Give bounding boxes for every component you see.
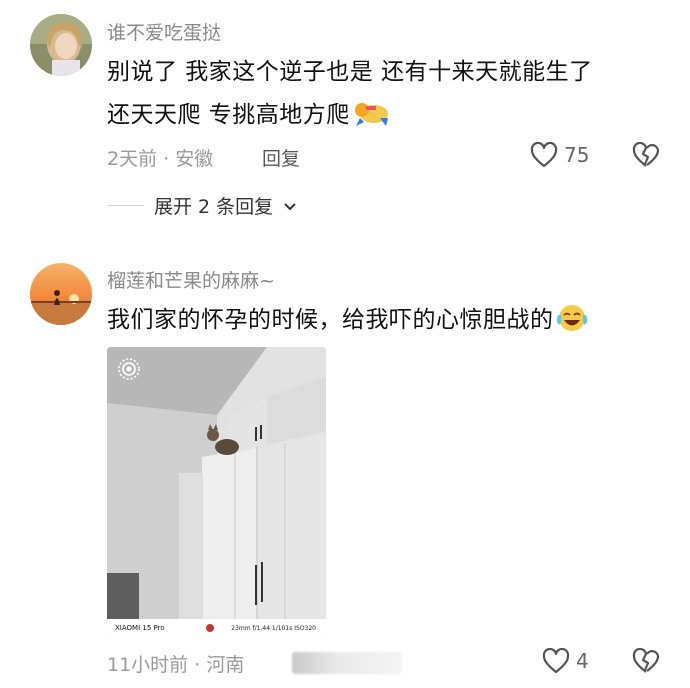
username[interactable]: 谁不爱吃蛋挞 xyxy=(107,18,221,45)
expand-replies-label: 展开 2 条回复 xyxy=(154,196,274,218)
meta-separator: · xyxy=(163,148,170,170)
comment-location: 河南 xyxy=(206,654,245,676)
photo-attachment[interactable]: XIAOMI 15 Pro 23mm f/1.44 1/101s ISO320 xyxy=(107,347,326,636)
avatar[interactable] xyxy=(30,263,92,325)
username[interactable]: 榴莲和芒果的麻麻~ xyxy=(107,266,275,293)
comment-text: 还天天爬 专挑高地方爬 xyxy=(107,96,392,140)
broken-heart-icon xyxy=(632,142,660,168)
chevron-down-icon xyxy=(283,195,297,217)
comment-meta: 2天前 · 安徽 xyxy=(107,144,213,171)
like-count: 75 xyxy=(564,143,590,167)
camera-exif: 23mm f/1.44 1/101s ISO320 xyxy=(231,625,316,632)
like-button[interactable]: 75 xyxy=(530,142,589,168)
dislike-button[interactable] xyxy=(632,648,660,674)
avatar[interactable] xyxy=(30,14,92,76)
cat-emoji-icon xyxy=(352,100,392,140)
camera-brand: XIAOMI 15 Pro xyxy=(115,624,165,632)
heart-icon xyxy=(530,142,558,168)
comment-time: 2天前 xyxy=(107,148,158,170)
crying-laughing-emoji-icon xyxy=(556,303,588,345)
comment-text-line: 我们家的怀孕的时候，给我吓的心惊胆战的 xyxy=(107,307,554,333)
comment-meta: 11小时前 · 河南 xyxy=(107,650,244,677)
comment-text: 我们家的怀孕的时候，给我吓的心惊胆战的 xyxy=(107,301,588,345)
expand-replies-button[interactable]: 展开 2 条回复 xyxy=(108,192,297,219)
blurred-watermark xyxy=(292,652,402,674)
comment-text: 别说了 我家这个逆子也是 还有十来天就能生了 xyxy=(107,53,593,91)
comment-text-line: 还天天爬 专挑高地方爬 xyxy=(107,102,350,128)
like-count: 4 xyxy=(576,649,589,673)
reply-button[interactable]: 回复 xyxy=(262,144,300,171)
comment-text-line: 别说了 我家这个逆子也是 还有十来天就能生了 xyxy=(107,59,593,85)
divider-line xyxy=(108,205,144,206)
comment-time: 11小时前 xyxy=(107,654,189,676)
like-button[interactable]: 4 xyxy=(542,648,589,674)
comment-location: 安徽 xyxy=(175,148,214,170)
leica-logo-icon xyxy=(206,624,214,632)
dislike-button[interactable] xyxy=(632,142,660,168)
meta-separator: · xyxy=(194,654,201,676)
heart-icon xyxy=(542,648,570,674)
live-photo-icon xyxy=(117,357,141,381)
broken-heart-icon xyxy=(632,648,660,674)
